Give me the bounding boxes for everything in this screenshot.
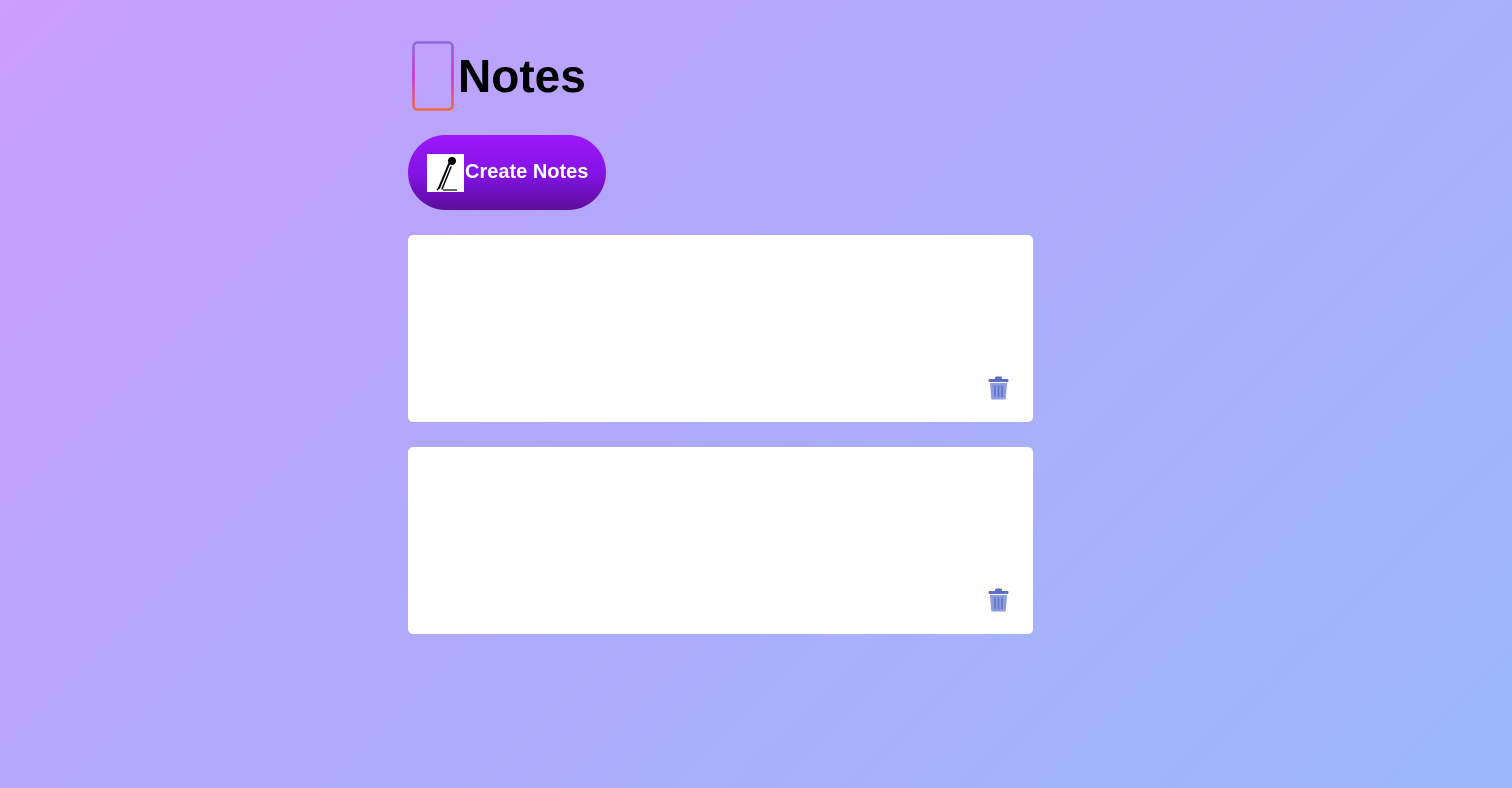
note-card[interactable] (408, 447, 1033, 634)
note-text-input[interactable] (420, 459, 980, 479)
notes-list (408, 235, 1033, 659)
trash-icon[interactable] (988, 588, 1009, 612)
page-title: Notes (458, 49, 586, 102)
trash-icon[interactable] (988, 376, 1009, 400)
note-card[interactable] (408, 235, 1033, 422)
pencil-icon (427, 153, 464, 192)
create-notes-button[interactable]: Create Notes (408, 135, 606, 210)
header: Notes (408, 40, 1033, 111)
notes-document-icon (412, 40, 454, 111)
notes-app: Notes Create Notes (408, 40, 1033, 634)
create-notes-label: Create Notes (465, 161, 589, 183)
note-text-input[interactable] (420, 247, 980, 267)
